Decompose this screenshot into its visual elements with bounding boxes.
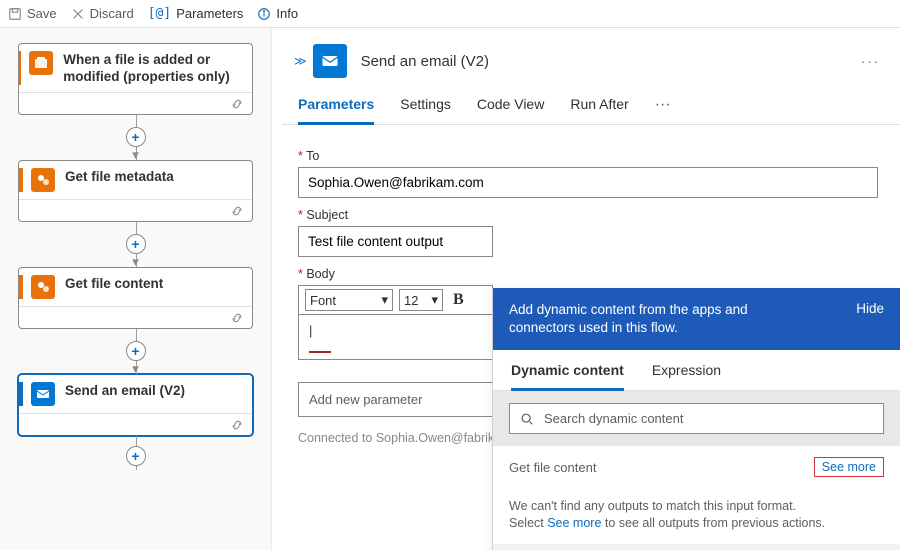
font-size-value: 12 xyxy=(404,293,418,308)
search-icon xyxy=(520,412,534,426)
step-title: When a file is added or modified (proper… xyxy=(63,51,244,85)
dynamic-content-panel: Add dynamic content from the apps and co… xyxy=(492,288,900,550)
step-title: Get file content xyxy=(65,275,163,292)
info-icon xyxy=(257,7,271,21)
tab-runafter[interactable]: Run After xyxy=(570,96,628,124)
step-title: Send an email (V2) xyxy=(65,382,185,399)
add-step-button[interactable]: + xyxy=(126,127,146,147)
see-more-button[interactable]: See more xyxy=(814,457,884,477)
tab-more-button[interactable]: ··· xyxy=(655,96,671,124)
close-icon xyxy=(71,7,85,21)
dynamic-group-file-added: When a file is added or updated See more xyxy=(493,544,900,550)
see-more-link[interactable]: See more xyxy=(547,516,601,530)
tab-parameters[interactable]: Parameters xyxy=(298,96,374,125)
subject-input[interactable] xyxy=(298,226,493,257)
sharepoint-icon xyxy=(29,51,53,75)
more-menu-button[interactable]: ··· xyxy=(861,54,880,69)
action-tabs: Parameters Settings Code View Run After … xyxy=(282,82,900,125)
arrow-down-icon: ▾ xyxy=(132,361,139,377)
parameters-button[interactable]: [@] Parameters xyxy=(148,6,244,21)
connector: + ▾ xyxy=(18,222,253,267)
dynamic-tabs: Dynamic content Expression xyxy=(493,350,900,391)
link-icon xyxy=(230,97,244,111)
add-step-button[interactable]: + xyxy=(126,341,146,361)
step-trigger-file-added[interactable]: When a file is added or modified (proper… xyxy=(18,43,253,115)
outlook-icon xyxy=(313,44,347,78)
subject-label: Subject xyxy=(298,208,878,222)
info-label: Info xyxy=(276,6,298,21)
sharepoint-icon xyxy=(31,168,55,192)
accent-bar xyxy=(19,382,23,406)
dynamic-search-input[interactable]: Search dynamic content xyxy=(509,403,884,434)
collapse-icon[interactable]: ≫ xyxy=(294,54,307,68)
outlook-icon xyxy=(31,382,55,406)
dynamic-group-file-content: Get file content See more xyxy=(493,446,900,488)
action-title: Send an email (V2) xyxy=(361,53,489,70)
bold-button[interactable]: B xyxy=(449,291,468,309)
group-label: Get file content xyxy=(509,460,596,475)
link-icon xyxy=(230,204,244,218)
save-label: Save xyxy=(27,6,57,21)
link-icon xyxy=(230,418,244,432)
connector: + ▾ xyxy=(18,329,253,374)
connector: + xyxy=(18,436,253,470)
dynamic-banner: Add dynamic content from the apps and co… xyxy=(493,288,900,350)
step-title: Get file metadata xyxy=(65,168,174,185)
to-input[interactable] xyxy=(298,167,878,198)
tab-dynamic-content[interactable]: Dynamic content xyxy=(511,362,624,391)
hide-dynamic-button[interactable]: Hide xyxy=(856,301,884,316)
dynamic-banner-text: Add dynamic content from the apps and co… xyxy=(509,301,809,337)
accent-bar xyxy=(19,168,23,192)
spellcheck-underline xyxy=(309,351,331,353)
add-parameter-button[interactable]: Add new parameter xyxy=(298,382,493,417)
body-label: Body xyxy=(298,267,878,281)
text-cursor: | xyxy=(309,323,312,338)
add-step-button[interactable]: + xyxy=(126,446,146,466)
tab-codeview[interactable]: Code View xyxy=(477,96,544,124)
step-send-email[interactable]: Send an email (V2) xyxy=(18,374,253,436)
accent-bar xyxy=(19,51,21,85)
font-value: Font xyxy=(310,293,336,308)
chevron-down-icon: ▾ xyxy=(431,292,438,308)
search-placeholder: Search dynamic content xyxy=(544,411,683,426)
discard-button[interactable]: Discard xyxy=(71,6,134,21)
dynamic-search-area: Search dynamic content xyxy=(493,391,900,446)
body-editor[interactable]: | xyxy=(298,314,493,360)
parameters-label: Parameters xyxy=(176,6,243,21)
discard-label: Discard xyxy=(90,6,134,21)
font-select[interactable]: Font ▾ xyxy=(305,289,393,311)
add-step-button[interactable]: + xyxy=(126,234,146,254)
parameters-icon: [@] xyxy=(148,6,171,21)
action-detail-panel: ≫ Send an email (V2) ··· Parameters Sett… xyxy=(272,28,900,550)
top-toolbar: Save Discard [@] Parameters Info xyxy=(0,0,900,28)
flow-steps-column: When a file is added or modified (proper… xyxy=(0,28,272,550)
accent-bar xyxy=(19,275,23,299)
dynamic-empty-message: We can't find any outputs to match this … xyxy=(493,488,900,544)
arrow-down-icon: ▾ xyxy=(132,254,139,270)
font-size-select[interactable]: 12 ▾ xyxy=(399,289,443,311)
sharepoint-icon xyxy=(31,275,55,299)
save-button[interactable]: Save xyxy=(8,6,57,21)
arrow-down-icon: ▾ xyxy=(132,147,139,163)
step-get-file-metadata[interactable]: Get file metadata xyxy=(18,160,253,222)
tab-settings[interactable]: Settings xyxy=(400,96,451,124)
tab-expression[interactable]: Expression xyxy=(652,362,721,390)
link-icon xyxy=(230,311,244,325)
info-button[interactable]: Info xyxy=(257,6,298,21)
connector: + ▾ xyxy=(18,115,253,160)
to-label: To xyxy=(298,149,878,163)
chevron-down-icon: ▾ xyxy=(381,292,388,308)
save-icon xyxy=(8,7,22,21)
body-editor-toolbar: Font ▾ 12 ▾ B xyxy=(298,285,493,314)
step-get-file-content[interactable]: Get file content xyxy=(18,267,253,329)
